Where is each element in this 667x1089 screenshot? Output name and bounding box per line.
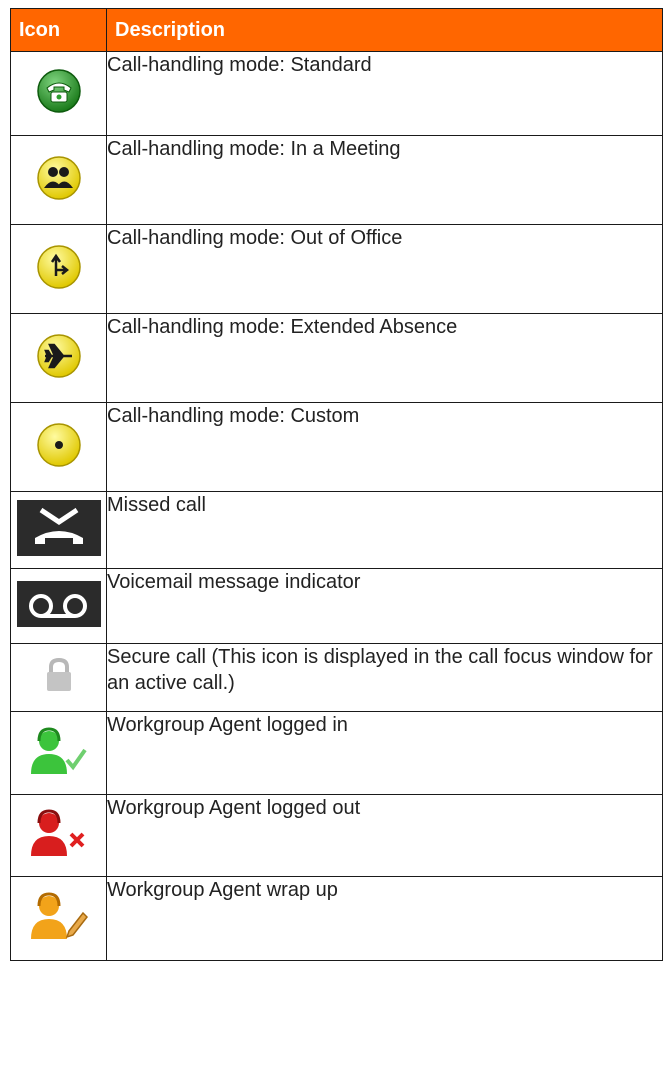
standard-phone-icon (36, 68, 82, 114)
row-description: Secure call (This icon is displayed in t… (106, 643, 663, 712)
table-row: Workgroup Agent logged in (10, 711, 663, 795)
lock-icon (44, 657, 74, 693)
table-row: Workgroup Agent logged out (10, 794, 663, 877)
icon-column-header: Icon (10, 8, 107, 52)
out-of-office-icon (36, 244, 82, 290)
table-row: Call-handling mode: Custom (10, 402, 663, 492)
row-description: Workgroup Agent logged in (106, 711, 663, 795)
agent-logged-out-icon (29, 808, 89, 858)
row-description: Call-handling mode: In a Meeting (106, 135, 663, 225)
table-row: Call-handling mode: Standard (10, 51, 663, 136)
row-description: Voicemail message indicator (106, 568, 663, 644)
table-row: Call-handling mode: Extended Absence (10, 313, 663, 403)
table-row: Missed call (10, 491, 663, 569)
row-description: Missed call (106, 491, 663, 569)
row-description: Call-handling mode: Standard (106, 51, 663, 136)
agent-wrap-up-icon (29, 891, 89, 941)
table-row: Secure call (This icon is displayed in t… (10, 643, 663, 712)
agent-logged-in-icon (29, 726, 89, 776)
icon-table: Icon Description Call-handling mode: Sta… (10, 8, 663, 961)
row-description: Call-handling mode: Out of Office (106, 224, 663, 314)
voicemail-icon (16, 580, 101, 627)
table-row: Call-handling mode: Out of Office (10, 224, 663, 314)
row-description: Call-handling mode: Extended Absence (106, 313, 663, 403)
row-description: Call-handling mode: Custom (106, 402, 663, 492)
custom-mode-icon (36, 422, 82, 468)
header-row: Icon Description (10, 8, 663, 52)
description-column-header: Description (106, 8, 663, 52)
row-description: Workgroup Agent wrap up (106, 876, 663, 961)
in-meeting-icon (36, 155, 82, 201)
table-row: Call-handling mode: In a Meeting (10, 135, 663, 225)
missed-call-icon (16, 499, 101, 556)
table-row: Workgroup Agent wrap up (10, 876, 663, 961)
table-row: Voicemail message indicator (10, 568, 663, 644)
extended-absence-icon (36, 333, 82, 379)
row-description: Workgroup Agent logged out (106, 794, 663, 877)
